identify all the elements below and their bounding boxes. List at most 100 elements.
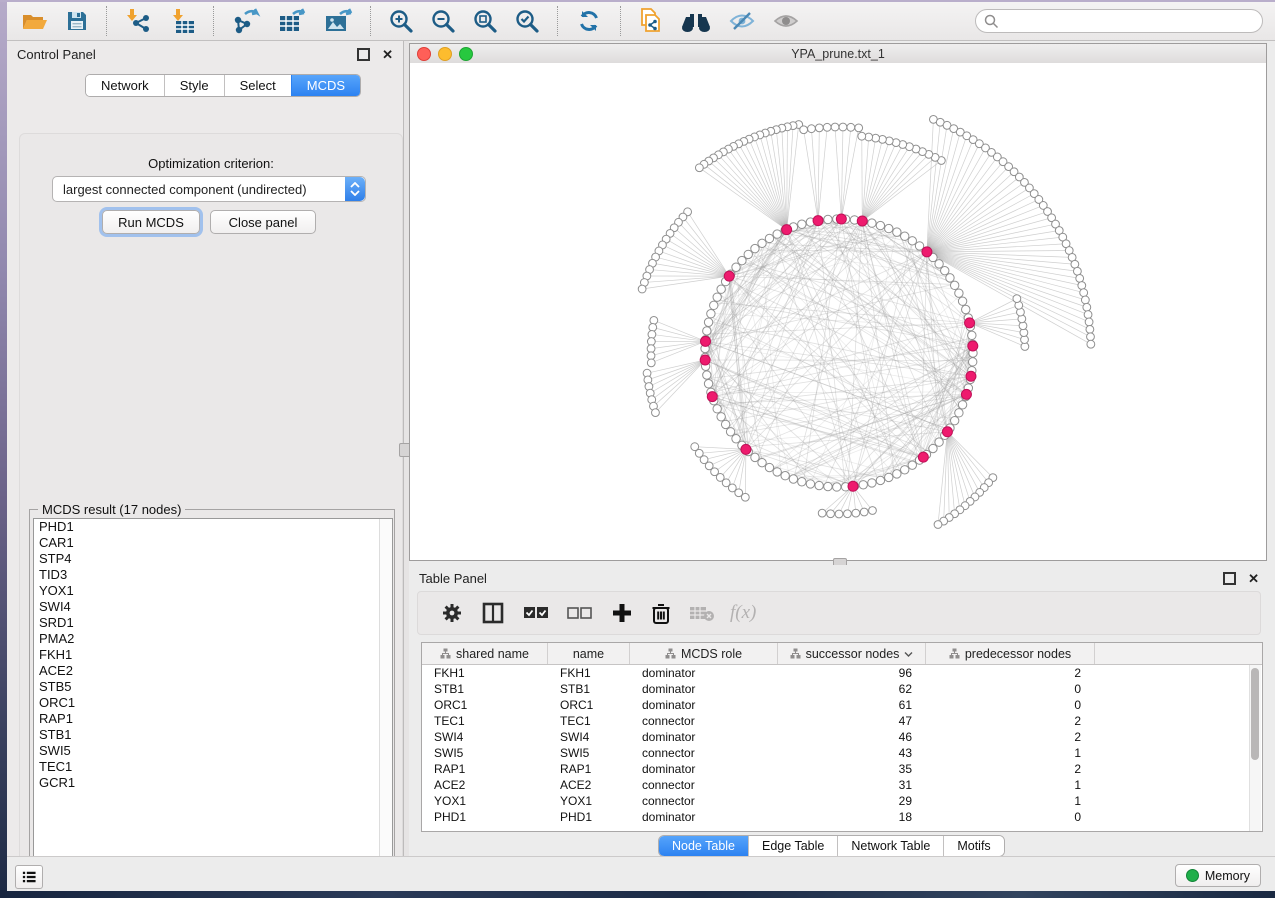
list-item[interactable]: FKH1	[34, 647, 392, 663]
import-network-button[interactable]	[119, 6, 157, 36]
zoom-in-button[interactable]	[383, 6, 419, 36]
tab-motifs[interactable]: Motifs	[943, 836, 1003, 856]
table-settings-button[interactable]	[441, 602, 463, 624]
export-network-button[interactable]	[226, 6, 266, 36]
list-item[interactable]: TID3	[34, 567, 392, 583]
mcds-tab-content: Optimization criterion: largest connecte…	[19, 133, 403, 891]
column-header-predecessor-nodes[interactable]: predecessor nodes	[926, 643, 1095, 664]
table-cell: YOX1	[422, 793, 548, 809]
import-network-icon	[124, 8, 152, 34]
zoom-selected-button[interactable]	[509, 6, 545, 36]
list-item[interactable]: RAP1	[34, 711, 392, 727]
table-row[interactable]: SWI4SWI4dominator462	[422, 729, 1262, 745]
show-all-button[interactable]	[767, 7, 805, 35]
table-panel-title: Table Panel	[419, 571, 487, 586]
binoculars-button[interactable]	[675, 7, 717, 35]
table-cell: dominator	[630, 681, 778, 697]
float-panel-icon[interactable]	[357, 48, 370, 61]
column-header-MCDS-role[interactable]: MCDS role	[630, 643, 778, 664]
tab-select[interactable]: Select	[224, 75, 291, 96]
tab-style[interactable]: Style	[164, 75, 224, 96]
table-row[interactable]: PHD1PHD1dominator180	[422, 809, 1262, 825]
list-item[interactable]: STB5	[34, 679, 392, 695]
plus-icon	[611, 602, 633, 624]
mcds-result-list[interactable]: PHD1CAR1STP4TID3YOX1SWI4SRD1PMA2FKH1ACE2…	[33, 518, 393, 877]
tab-node-table[interactable]: Node Table	[659, 836, 748, 856]
tab-network-table[interactable]: Network Table	[837, 836, 943, 856]
save-session-button[interactable]	[60, 7, 94, 35]
zoom-out-button[interactable]	[425, 6, 461, 36]
search-input[interactable]	[975, 9, 1263, 33]
list-item[interactable]: ACE2	[34, 663, 392, 679]
list-item[interactable]: PHD1	[34, 519, 392, 535]
optimization-criterion-value: largest connected component (undirected)	[53, 182, 345, 197]
list-item[interactable]: TEC1	[34, 759, 392, 775]
delete-table-button[interactable]	[689, 604, 715, 622]
export-image-button[interactable]	[318, 6, 358, 36]
tab-edge-table[interactable]: Edge Table	[748, 836, 837, 856]
column-header-shared-name[interactable]: shared name	[422, 643, 548, 664]
table-scrollbar[interactable]	[1249, 665, 1261, 831]
close-panel-icon[interactable]: ✕	[1248, 574, 1259, 583]
delete-row-button[interactable]	[651, 602, 671, 625]
binoculars-icon	[680, 9, 712, 33]
table-cell: RAP1	[422, 761, 548, 777]
table-cell: PHD1	[422, 809, 548, 825]
tab-mcds[interactable]: MCDS	[291, 75, 360, 96]
add-row-button[interactable]	[611, 602, 633, 624]
zoom-fit-button[interactable]	[467, 6, 503, 36]
table-row[interactable]: TEC1TEC1connector472	[422, 713, 1262, 729]
float-panel-icon[interactable]	[1223, 572, 1236, 585]
hide-unhide-button[interactable]	[723, 7, 761, 35]
list-item[interactable]: STB1	[34, 727, 392, 743]
close-panel-button[interactable]: Close panel	[210, 210, 316, 234]
function-builder-button[interactable]: f(x)	[730, 602, 756, 624]
node-table[interactable]: shared namenameMCDS rolesuccessor nodesp…	[421, 642, 1263, 832]
table-row[interactable]: ORC1ORC1dominator610	[422, 697, 1262, 713]
network-canvas[interactable]	[410, 63, 1266, 560]
deselect-all-checks-button[interactable]	[567, 605, 593, 621]
refresh-button[interactable]	[570, 6, 608, 36]
list-item[interactable]: ORC1	[34, 695, 392, 711]
optimization-criterion-label: Optimization criterion:	[20, 156, 402, 171]
tab-network[interactable]: Network	[86, 75, 164, 96]
list-item[interactable]: CAR1	[34, 535, 392, 551]
task-history-button[interactable]	[15, 865, 43, 889]
toolbar-separator	[106, 6, 107, 36]
table-cell: connector	[630, 713, 778, 729]
run-mcds-button[interactable]: Run MCDS	[102, 210, 200, 234]
table-row[interactable]: STB1STB1dominator620	[422, 681, 1262, 697]
table-row[interactable]: SWI5SWI5connector431	[422, 745, 1262, 761]
list-item[interactable]: SRD1	[34, 615, 392, 631]
table-cell: FKH1	[548, 665, 630, 681]
copy-network-button[interactable]	[633, 5, 669, 37]
list-item[interactable]: STP4	[34, 551, 392, 567]
table-row[interactable]: FKH1FKH1dominator962	[422, 665, 1262, 681]
table-cell: ACE2	[548, 777, 630, 793]
table-scrollbar-thumb[interactable]	[1251, 668, 1259, 760]
mcds-result-title: MCDS result (17 nodes)	[38, 502, 185, 517]
column-header-successor-nodes[interactable]: successor nodes	[778, 643, 926, 664]
list-item[interactable]: SWI5	[34, 743, 392, 759]
list-item[interactable]: SWI4	[34, 599, 392, 615]
export-table-button[interactable]	[272, 6, 312, 36]
column-type-icon	[440, 648, 451, 659]
list-item[interactable]: YOX1	[34, 583, 392, 599]
optimization-criterion-select[interactable]: largest connected component (undirected)	[52, 176, 366, 202]
import-table-button[interactable]	[163, 6, 201, 36]
table-row[interactable]: RAP1RAP1dominator352	[422, 761, 1262, 777]
table-row[interactable]: ACE2ACE2connector311	[422, 777, 1262, 793]
table-cell: 47	[778, 713, 926, 729]
close-panel-icon[interactable]: ✕	[382, 50, 393, 59]
open-file-button[interactable]	[16, 7, 54, 35]
list-scrollbar[interactable]	[379, 519, 392, 876]
checked-boxes-icon	[523, 605, 549, 621]
memory-button[interactable]: Memory	[1175, 864, 1261, 887]
list-item[interactable]: PMA2	[34, 631, 392, 647]
column-header-name[interactable]: name	[548, 643, 630, 664]
list-item[interactable]: GCR1	[34, 775, 392, 791]
sort-desc-icon	[904, 651, 913, 657]
column-layout-button[interactable]	[481, 601, 505, 625]
table-row[interactable]: YOX1YOX1connector291	[422, 793, 1262, 809]
select-all-checks-button[interactable]	[523, 605, 549, 621]
